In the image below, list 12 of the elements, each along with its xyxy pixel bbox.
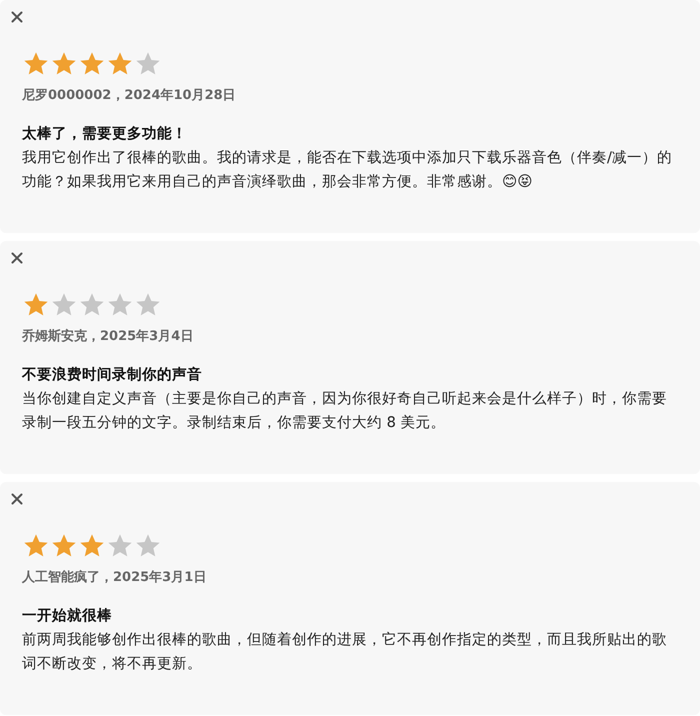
review-body: 当你创建自定义声音（主要是你自己的声音，因为你很好奇自己听起来会是什么样子）时，你需要录制一段五分钟的文字。录制结束后，你需要支付大约 8 美元。 [22, 389, 668, 433]
review-title: 太棒了，需要更多功能！ [22, 124, 187, 144]
close-icon[interactable] [10, 10, 24, 24]
review-body: 我用它创作出了很棒的歌曲。我的请求是，能否在下载选项中添加只下载乐器音色（伴奏/减一）的功能？如果我用它来用自己的声音演绎歌曲，那会非常方便。非常感谢。😊😝 [22, 148, 673, 192]
close-icon[interactable] [10, 251, 24, 265]
author-date: 人工智能疯了，2025年3月1日 [22, 568, 206, 586]
review-title: 一开始就很棒 [22, 606, 112, 626]
author-date: 乔姆斯安克，2025年3月4日 [22, 328, 194, 345]
review-body: 前两周我能够创作出很棒的歌曲，但随着创作的进展，它不再创作指定的类型，而且我所贴出的歌词不断改变，将不再更新。 [22, 630, 668, 674]
author-date: 尼罗0000002，2024年10月28日 [22, 87, 236, 104]
review-title: 不要浪费时间录制你的声音 [22, 365, 202, 385]
close-icon[interactable] [10, 492, 24, 506]
